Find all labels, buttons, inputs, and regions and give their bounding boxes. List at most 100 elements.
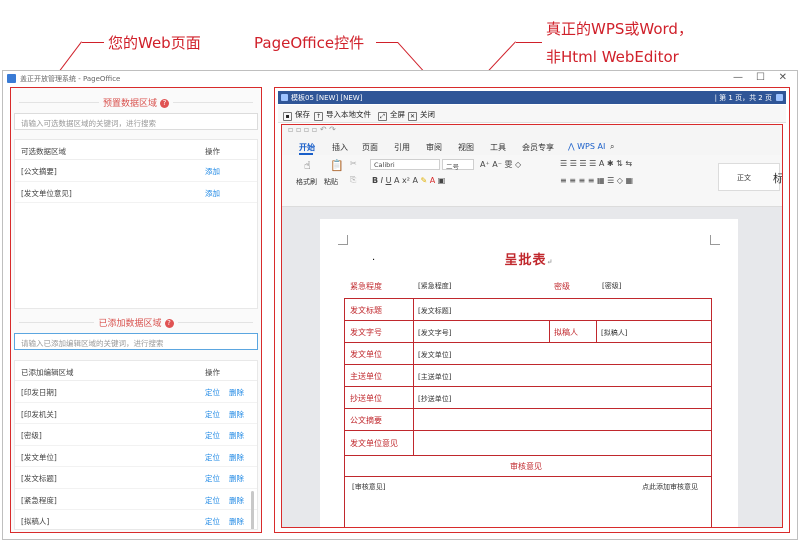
column-header-action: 操作	[205, 147, 220, 156]
document-title[interactable]: 呈批表↵	[320, 249, 738, 268]
font-name-select[interactable]: Calibri	[370, 159, 440, 170]
annotation-real-wps-1: 真正的WPS或Word，	[546, 20, 693, 38]
close-window-icon[interactable]: ✕	[779, 72, 787, 83]
preset-section-title: 预置数据区域	[102, 99, 157, 109]
locate-link[interactable]: 定位	[205, 431, 220, 440]
table-row: [印发机关] 定位 删除	[15, 403, 257, 424]
field-label: 公文摘要	[350, 416, 382, 425]
locate-link[interactable]: 定位	[205, 496, 220, 505]
add-link[interactable]: 添加	[205, 188, 220, 199]
scrollbar[interactable]	[251, 491, 254, 529]
secret-label: 密级	[554, 282, 570, 291]
align-icons[interactable]: ≡ ≡ ≡ ≡ ▦ ☰ ◇ ▦	[560, 176, 633, 185]
field-value[interactable]: [发文标题]	[418, 306, 451, 316]
search-icon[interactable]: ⌕	[610, 142, 614, 152]
row-name: [发文单位]	[21, 452, 57, 462]
help-icon[interactable]: ?	[164, 319, 174, 328]
import-local-file-button[interactable]: ↑ 导入本地文件	[314, 109, 371, 121]
tab-member[interactable]: 会员专享	[522, 142, 554, 153]
review-hint[interactable]: 点此添加审核意见	[642, 482, 698, 492]
wps-ai-button[interactable]: ⋀ WPS AI	[568, 142, 605, 151]
preset-search-input[interactable]: 请输入可选数据区域的关键词，进行搜索	[14, 113, 258, 130]
add-link[interactable]: 添加	[205, 166, 220, 177]
fullscreen-button[interactable]: ⤢ 全屏	[378, 109, 405, 121]
table-header: 可选数据区域 操作	[15, 140, 257, 160]
copy-icon[interactable]: ⎘	[350, 175, 356, 185]
tab-review[interactable]: 审阅	[426, 142, 442, 153]
row-name: [拟稿人]	[21, 517, 50, 526]
document-page: · 呈批表↵ 紧急程度 [紧急程度] 密级 [密级] 发文标题 [发文标题] 发…	[320, 219, 738, 527]
cut-icon[interactable]: ✂	[350, 159, 357, 168]
table-row: [印发日期] 定位 删除	[15, 381, 257, 403]
field-label: 拟稿人	[554, 328, 578, 337]
delete-link[interactable]: 删除	[229, 431, 244, 440]
font-size-tools-icon[interactable]: A⁺ A⁻ 雯 ◇	[480, 159, 521, 170]
delete-link[interactable]: 删除	[229, 388, 244, 397]
close-button[interactable]: ✕ 关闭	[408, 109, 435, 121]
urgency-value[interactable]: [紧急程度]	[418, 281, 451, 291]
tab-tools[interactable]: 工具	[490, 142, 506, 153]
field-label: 发文单位	[350, 350, 382, 359]
paste-button[interactable]: 粘贴	[324, 177, 338, 187]
delete-link[interactable]: 删除	[229, 453, 244, 462]
delete-link[interactable]: 删除	[229, 496, 244, 505]
delete-link[interactable]: 删除	[229, 474, 244, 483]
column-header-action: 操作	[205, 368, 220, 377]
field-value[interactable]: [发文单位]	[418, 350, 451, 360]
field-value[interactable]: [拟稿人]	[601, 328, 627, 338]
save-icon: ▪	[283, 112, 292, 121]
delete-link[interactable]: 删除	[229, 410, 244, 419]
annotation-real-wps-2: 非Html WebEditor	[546, 48, 679, 66]
locate-link[interactable]: 定位	[205, 453, 220, 462]
table-header: 已添加编辑区域 操作	[15, 361, 257, 381]
format-painter-button[interactable]: 格式刷	[296, 177, 317, 187]
tab-home[interactable]: 开始	[299, 142, 315, 153]
help-icon[interactable]: ?	[160, 99, 169, 108]
maximize-icon[interactable]: ☐	[756, 72, 765, 83]
style-next[interactable]: 标	[773, 170, 782, 186]
field-label: 抄送单位	[350, 394, 382, 403]
fullscreen-icon: ⤢	[378, 112, 387, 121]
added-search-input[interactable]: 请输入已添加编辑区域的关键词，进行搜索	[14, 333, 258, 350]
locate-link[interactable]: 定位	[205, 517, 220, 526]
style-gallery[interactable]: 正文 标	[718, 163, 782, 191]
pageoffice-title-bar: 模板05 [NEW] [NEW] | 第 1 页，共 2 页	[278, 91, 786, 104]
format-painter-icon[interactable]: ☝	[304, 159, 311, 172]
save-button[interactable]: ▪ 保存	[283, 109, 310, 121]
row-name: [紧急程度]	[21, 495, 57, 505]
field-value[interactable]: [抄送单位]	[418, 394, 451, 404]
column-header-name: 可选数据区域	[21, 147, 66, 156]
tab-page[interactable]: 页面	[362, 142, 378, 153]
table-line	[344, 320, 712, 321]
style-normal[interactable]: 正文	[737, 173, 751, 183]
delete-link[interactable]: 删除	[229, 517, 244, 526]
field-value[interactable]: [主送单位]	[418, 372, 451, 382]
font-style-icons[interactable]: B I U A x² A ✎ A ▣	[372, 176, 445, 185]
tab-view[interactable]: 视图	[458, 142, 474, 153]
pageoffice-control: 模板05 [NEW] [NEW] | 第 1 页，共 2 页 ▪ 保存 ↑ 导入本地…	[274, 87, 790, 533]
locate-link[interactable]: 定位	[205, 410, 220, 419]
window-title: 盖正开放管理系统 - PageOffice	[20, 75, 121, 83]
minimize-icon[interactable]: —	[733, 72, 743, 83]
field-value[interactable]: [发文字号]	[418, 328, 451, 338]
locate-link[interactable]: 定位	[205, 474, 220, 483]
row-name: [发文标题]	[21, 474, 57, 483]
locate-link[interactable]: 定位	[205, 388, 220, 397]
paste-icon[interactable]: 📋	[330, 159, 344, 172]
review-value[interactable]: [审核意见]	[352, 482, 385, 492]
ribbon-tabs: 开始 插入 页面 引用 审阅 视图 工具 会员专享 ⋀ WPS AI ⌕	[282, 138, 782, 155]
secret-value[interactable]: [密级]	[602, 281, 621, 291]
tab-insert[interactable]: 插入	[332, 142, 348, 153]
table-line	[344, 430, 712, 431]
table-row: [紧急程度] 定位 删除	[15, 489, 257, 510]
list-icons[interactable]: ☰ ☰ ☰ ☰ A ✱ ⇅ ⇆	[560, 159, 632, 168]
font-size-select[interactable]: 二号	[442, 159, 474, 171]
annotation-leader	[376, 42, 398, 43]
quick-access-icons[interactable]: ▫ ▫ ▫ ▫ ↶ ↷	[288, 125, 336, 134]
urgency-label: 紧急程度	[350, 282, 382, 291]
field-label: 发文单位意见	[350, 439, 398, 448]
table-row: [发文单位意见] 添加	[15, 182, 257, 203]
import-icon: ↑	[314, 112, 323, 121]
tab-reference[interactable]: 引用	[394, 142, 410, 153]
table-row: [公文摘要] 添加	[15, 160, 257, 182]
